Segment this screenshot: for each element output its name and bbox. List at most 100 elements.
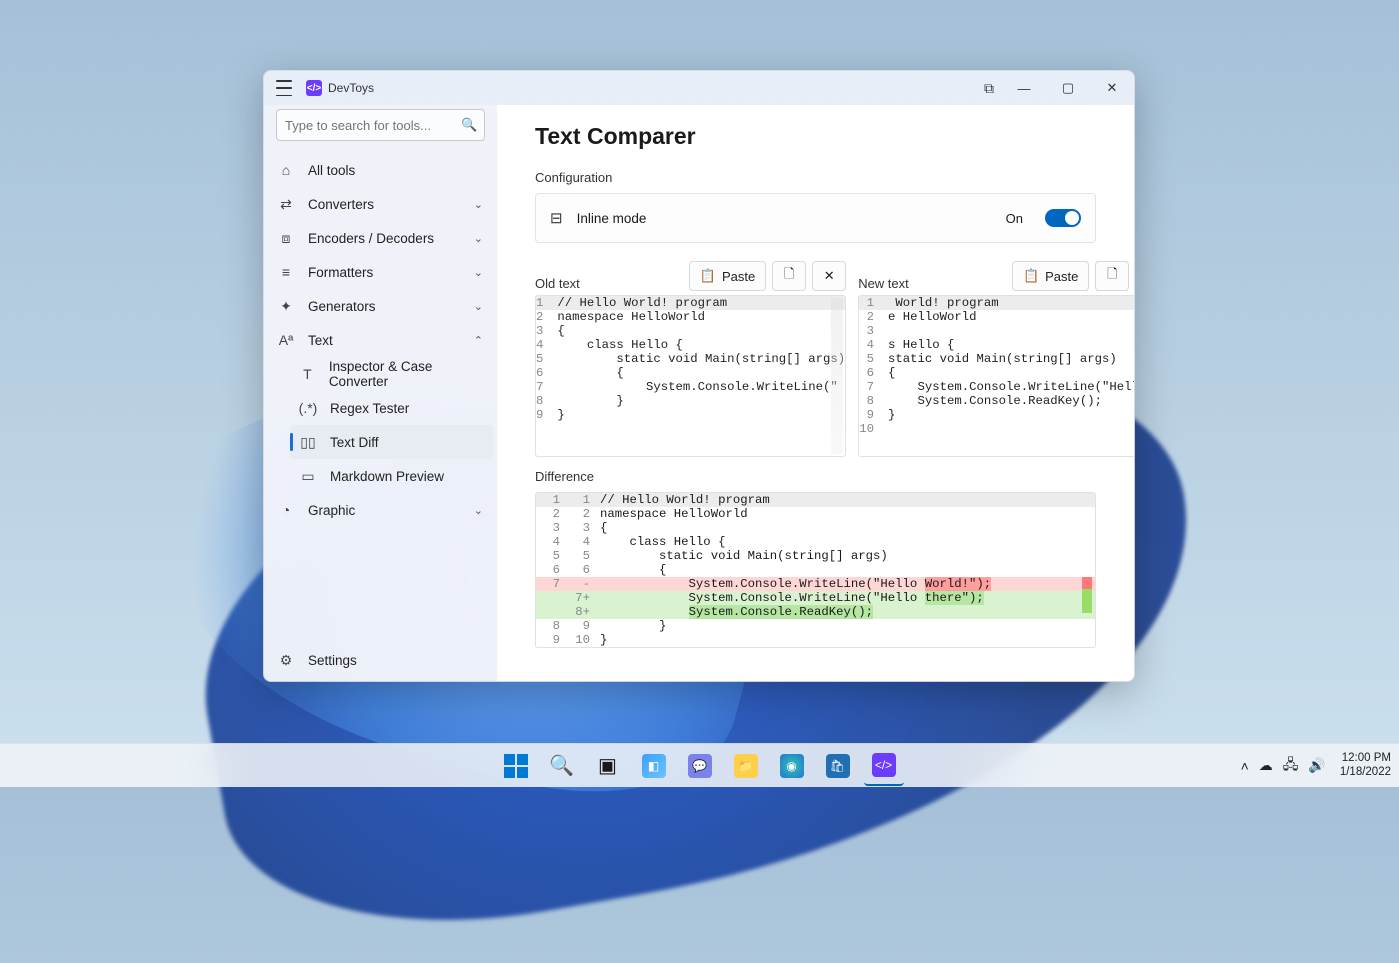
taskbar-center: 🔍 ▣ ◧ 💬 📁 ◉ 🛍 </> — [496, 746, 904, 786]
nav-text-markdown[interactable]: ▭ Markdown Preview — [290, 459, 493, 493]
nav-encoders[interactable]: ⧈ Encoders / Decoders ⌄ — [268, 221, 493, 255]
chevron-down-icon: ⌄ — [474, 266, 483, 279]
inline-mode-row: ⊟ Inline mode On — [535, 193, 1096, 243]
onedrive-icon[interactable]: ☁ — [1259, 757, 1273, 774]
taskbar-clock[interactable]: 12:00 PM 1/18/2022 — [1340, 752, 1391, 778]
nav-label: Markdown Preview — [330, 469, 444, 484]
store-icon: 🛍 — [826, 754, 850, 778]
nav-label: Text Diff — [330, 435, 379, 450]
configuration-label: Configuration — [535, 170, 1096, 185]
titlebar: </> DevToys ⧉ — ▢ ✕ — [264, 71, 1134, 105]
home-icon: ⌂ — [278, 162, 294, 178]
search-input[interactable]: 🔍 — [276, 109, 485, 141]
nav-label: Settings — [308, 653, 357, 668]
clock-date: 1/18/2022 — [1340, 766, 1391, 779]
nav-label: All tools — [308, 163, 355, 178]
nav-label: Encoders / Decoders — [308, 231, 434, 246]
encoders-icon: ⧈ — [278, 230, 294, 247]
search-icon: 🔍 — [461, 117, 477, 133]
inline-mode-toggle[interactable] — [1045, 209, 1081, 227]
file-icon: 🗋 — [1107, 265, 1117, 287]
network-icon[interactable]: 🖧 — [1283, 754, 1299, 778]
nav: ⌂ All tools ⇄ Converters ⌄ ⧈ Encoders / … — [264, 151, 497, 639]
taskbar-devtoys[interactable]: </> — [864, 746, 904, 786]
close-button[interactable]: ✕ — [1090, 71, 1134, 105]
search-icon: 🔍 — [549, 753, 574, 778]
chat-icon: 💬 — [688, 754, 712, 778]
edge-icon: ◉ — [780, 754, 804, 778]
taskbar-chat[interactable]: 💬 — [680, 746, 720, 786]
nav-text[interactable]: Aª Text ⌃ — [268, 323, 493, 357]
clock-time: 12:00 PM — [1340, 752, 1391, 765]
chevron-down-icon: ⌄ — [474, 232, 483, 245]
taskbar-explorer[interactable]: 📁 — [726, 746, 766, 786]
nav-settings[interactable]: ⚙ Settings — [268, 643, 493, 677]
diff-icon: ▯▯ — [300, 434, 316, 451]
chevron-up-icon: ⌃ — [474, 334, 483, 347]
taskbar-edge[interactable]: ◉ — [772, 746, 812, 786]
nav-graphic[interactable]: ◔ Graphic ⌄ — [268, 493, 493, 527]
sidebar: 🔍 ⌂ All tools ⇄ Converters ⌄ ⧈ Encoders … — [264, 105, 497, 681]
volume-icon[interactable]: 🔊 — [1308, 757, 1325, 774]
markdown-icon: ▭ — [300, 468, 316, 485]
old-text-editor[interactable]: 1// Hello World! program2namespace Hello… — [535, 295, 846, 457]
nav-label: Converters — [308, 197, 374, 212]
inline-mode-label: Inline mode — [577, 211, 647, 226]
nav-text-inspector[interactable]: T Inspector & Case Converter — [290, 357, 493, 391]
new-open-file-button[interactable]: 🗋 — [1095, 261, 1129, 291]
old-clear-button[interactable]: ✕ — [812, 261, 846, 291]
old-text-label: Old text — [535, 276, 580, 291]
old-paste-button[interactable]: 📋 Paste — [689, 261, 766, 291]
new-text-editor[interactable]: 1 World! program2e HelloWorld34s Hello {… — [858, 295, 1134, 457]
new-paste-button[interactable]: 📋 Paste — [1012, 261, 1089, 291]
taskbar-store[interactable]: 🛍 — [818, 746, 858, 786]
chevron-down-icon: ⌄ — [474, 198, 483, 211]
generators-icon: ✦ — [278, 298, 294, 315]
taskbar-widgets[interactable]: ◧ — [634, 746, 674, 786]
page-title: Text Comparer — [535, 123, 1096, 150]
inspector-icon: T — [300, 366, 315, 382]
diff-marker-added — [1082, 589, 1092, 613]
difference-editor[interactable]: 11// Hello World! program22namespace Hel… — [535, 492, 1096, 648]
nav-generators[interactable]: ✦ Generators ⌄ — [268, 289, 493, 323]
graphic-icon: ◔ — [278, 502, 294, 518]
regex-icon: (.*) — [300, 400, 316, 416]
widgets-icon: ◧ — [642, 754, 666, 778]
nav-formatters[interactable]: ≡ Formatters ⌄ — [268, 255, 493, 289]
app-icon: </> — [306, 80, 322, 96]
nav-text-regex[interactable]: (.*) Regex Tester — [290, 391, 493, 425]
nav-label: Generators — [308, 299, 376, 314]
nav-text-diff[interactable]: ▯▯ Text Diff — [290, 425, 493, 459]
nav-label: Text — [308, 333, 333, 348]
compact-overlay-icon[interactable]: ⧉ — [984, 80, 994, 97]
nav-label: Inspector & Case Converter — [329, 359, 483, 389]
nav-label: Regex Tester — [330, 401, 409, 416]
folder-icon: 📁 — [734, 754, 758, 778]
formatters-icon: ≡ — [278, 264, 294, 280]
search-field[interactable] — [285, 118, 461, 133]
nav-label: Formatters — [308, 265, 373, 280]
old-open-file-button[interactable]: 🗋 — [772, 261, 806, 291]
nav-all-tools[interactable]: ⌂ All tools — [268, 153, 493, 187]
system-tray: ˄ ☁ 🖧 🔊 12:00 PM 1/18/2022 — [1241, 752, 1391, 778]
hamburger-menu-icon[interactable] — [276, 80, 292, 96]
nav-label: Graphic — [308, 503, 355, 518]
chevron-down-icon: ⌄ — [474, 300, 483, 313]
tray-overflow-icon[interactable]: ˄ — [1241, 758, 1249, 774]
minimize-button[interactable]: — — [1002, 71, 1046, 105]
content-area: Text Comparer Configuration ⊟ Inline mod… — [497, 105, 1134, 681]
nav-converters[interactable]: ⇄ Converters ⌄ — [268, 187, 493, 221]
taskbar: 🔍 ▣ ◧ 💬 📁 ◉ 🛍 </> ˄ ☁ 🖧 🔊 12:00 PM 1/18/… — [0, 743, 1399, 787]
minimap[interactable] — [831, 298, 843, 454]
maximize-button[interactable]: ▢ — [1046, 71, 1090, 105]
close-icon: ✕ — [824, 268, 835, 284]
taskbar-taskview[interactable]: ▣ — [588, 746, 628, 786]
devtoys-icon: </> — [872, 753, 896, 777]
paste-icon: 📋 — [1023, 268, 1039, 284]
windows-logo-icon — [504, 754, 528, 778]
inline-mode-icon: ⊟ — [550, 209, 563, 227]
new-text-label: New text — [858, 276, 909, 291]
start-button[interactable] — [496, 746, 536, 786]
taskbar-search[interactable]: 🔍 — [542, 746, 582, 786]
paste-label: Paste — [722, 269, 755, 284]
